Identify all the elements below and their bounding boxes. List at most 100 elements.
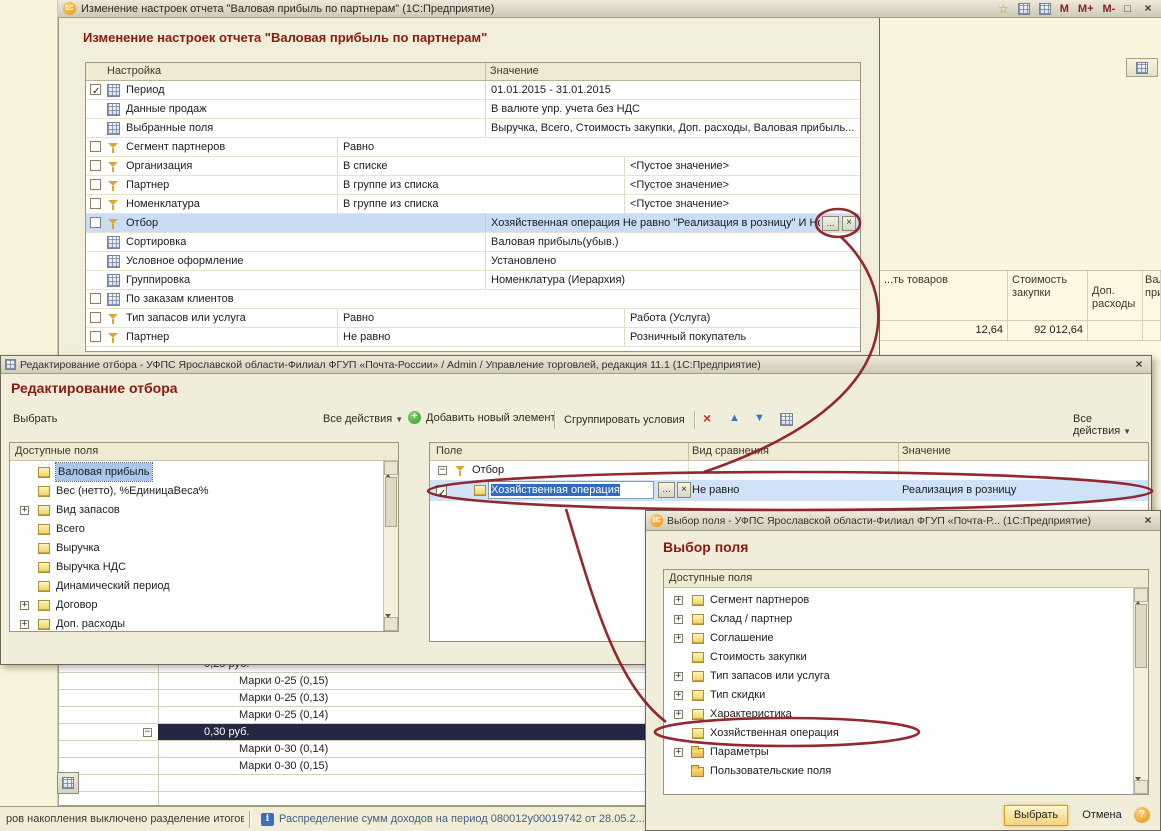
marks-row[interactable]: − 0,30 руб. (59, 724, 645, 741)
expand-icon[interactable]: + (20, 506, 29, 515)
settings-row[interactable]: Партнер В группе из списка <Пустое значени… (86, 176, 860, 195)
select-field-button[interactable]: Выбрать (1004, 805, 1068, 826)
tree-item[interactable]: + Доп. расходы (10, 615, 383, 631)
clear-button[interactable]: × (677, 482, 691, 498)
field-item[interactable]: + Параметры (664, 743, 1133, 762)
row-checkbox[interactable] (90, 217, 101, 228)
condition-checkbox[interactable] (436, 484, 447, 504)
service-panel-button[interactable] (1126, 58, 1158, 77)
expand-icon[interactable]: + (674, 634, 683, 643)
memory-minus-button[interactable]: М- (1103, 3, 1116, 15)
scroll-thumb[interactable] (385, 477, 397, 527)
tree-item[interactable]: Валовая прибыль (10, 462, 383, 482)
scroll-thumb[interactable] (1135, 604, 1147, 668)
field-item[interactable]: Пользовательские поля (664, 762, 1133, 781)
tree-item[interactable]: Выручка НДС (10, 558, 383, 577)
marks-row[interactable] (59, 775, 645, 792)
group-conditions-button[interactable]: Сгруппировать условия (564, 414, 685, 426)
settings-row[interactable]: Выбранные поля Выручка, Всего, Стоимость … (86, 119, 860, 138)
row-checkbox[interactable] (90, 331, 101, 342)
expand-icon[interactable]: + (674, 748, 683, 757)
scroll-up-icon[interactable] (384, 461, 398, 478)
expand-icon[interactable]: + (20, 601, 29, 610)
collapse-icon[interactable]: − (143, 728, 152, 737)
move-up-icon[interactable]: ▲ (729, 412, 740, 424)
row-checkbox[interactable] (90, 83, 101, 101)
star-icon[interactable]: ☆ (998, 2, 1009, 16)
memory-plus-button[interactable]: М+ (1078, 3, 1094, 15)
settings-row[interactable]: Организация В списке <Пустое значение> (86, 157, 860, 176)
settings-row[interactable]: По заказам клиентов (86, 290, 860, 309)
settings-row[interactable]: Сортировка Валовая прибыль(убыв.) (86, 233, 860, 252)
status-message-right[interactable]: Распределение сумм доходов на период 080… (279, 813, 645, 825)
row-checkbox[interactable] (90, 141, 101, 152)
expand-icon[interactable]: + (674, 672, 683, 681)
settings-row[interactable]: Тип запасов или услуга Равно Работа (Услуг… (86, 309, 860, 328)
all-actions-left-button[interactable]: Все действия ▼ (323, 413, 403, 425)
scrollbar[interactable] (383, 461, 398, 631)
settings-row[interactable]: Период 01.01.2015 - 31.01.2015 (86, 81, 860, 101)
ellipsis-button[interactable]: ... (822, 216, 839, 231)
row-checkbox[interactable] (90, 198, 101, 209)
expand-icon[interactable]: + (674, 596, 683, 605)
clear-button[interactable]: × (842, 216, 856, 231)
expand-icon[interactable]: + (20, 620, 29, 629)
tree-item[interactable]: + Договор (10, 596, 383, 615)
expand-icon[interactable]: + (674, 691, 683, 700)
tree-item[interactable]: Выручка (10, 539, 383, 558)
filter-condition-row[interactable]: Хозяйственная операция ... × Не равно Ре… (430, 480, 1148, 504)
move-level-icon[interactable] (780, 413, 793, 426)
help-icon[interactable]: ? (1134, 807, 1150, 823)
all-actions-right-button[interactable]: Все действия ▼ (1073, 413, 1151, 437)
settings-row[interactable]: Номенклатура В группе из списка <Пустое зн… (86, 195, 860, 214)
marks-row[interactable]: Марки 0-25 (0,15) (59, 673, 645, 690)
scroll-up-icon[interactable] (1134, 588, 1148, 605)
expand-icon[interactable]: + (674, 710, 683, 719)
marks-row[interactable]: Марки 0-30 (0,14) (59, 741, 645, 758)
marks-row[interactable]: Марки 0-25 (0,14) (59, 707, 645, 724)
settings-row[interactable]: Группировка Номенклатура (Иерархия) (86, 271, 860, 290)
tree-item[interactable]: Всего (10, 520, 383, 539)
field-item[interactable]: Стоимость закупки (664, 648, 1133, 667)
select-button[interactable]: Выбрать (13, 413, 57, 425)
field-item[interactable]: + Сегмент партнеров (664, 591, 1133, 610)
tree-item[interactable]: + Вид запасов (10, 501, 383, 520)
maximize-button[interactable]: □ (1124, 3, 1131, 15)
tree-item[interactable]: Динамический период (10, 577, 383, 596)
field-item[interactable]: + Склад / партнер (664, 610, 1133, 629)
calculator-icon[interactable] (1017, 2, 1030, 15)
scrollbar[interactable] (1133, 588, 1148, 794)
field-item[interactable]: + Тип скидки (664, 686, 1133, 705)
row-checkbox[interactable] (90, 293, 101, 304)
row-checkbox[interactable] (90, 312, 101, 323)
ellipsis-button[interactable]: ... (658, 482, 675, 498)
expand-icon[interactable]: + (674, 615, 683, 624)
filter-group-row[interactable]: − Отбор (430, 461, 1148, 480)
calendar-icon[interactable] (1038, 2, 1051, 15)
settings-row[interactable]: Условное оформление Установлено (86, 252, 860, 271)
close-button[interactable]: × (1140, 2, 1156, 16)
add-element-button[interactable]: + Добавить новый элемент (408, 411, 556, 424)
field-item[interactable]: + Тип запасов или услуга (664, 667, 1133, 686)
dock-panel-button[interactable] (57, 772, 79, 794)
delete-icon[interactable]: × (703, 410, 711, 426)
settings-row[interactable]: Партнер Не равно Розничный покупатель (86, 328, 860, 347)
scroll-down-icon[interactable] (384, 614, 398, 631)
settings-row[interactable]: Отбор Хозяйственная операция Не равно "Ре… (86, 214, 860, 233)
field-edit-input[interactable]: Хозяйственная операция (488, 481, 654, 499)
marks-row[interactable]: Марки 0-25 (0,13) (59, 690, 645, 707)
collapse-icon[interactable]: − (438, 466, 447, 475)
row-checkbox[interactable] (90, 179, 101, 190)
field-item[interactable]: + Соглашение (664, 629, 1133, 648)
marks-row[interactable]: Марки 0-30 (0,15) (59, 758, 645, 775)
scroll-down-icon[interactable] (1134, 777, 1148, 794)
close-button[interactable]: × (1140, 514, 1156, 528)
memory-button[interactable]: М (1060, 3, 1069, 15)
move-down-icon[interactable]: ▼ (754, 412, 765, 424)
field-item[interactable]: + Характеристика (664, 705, 1133, 724)
settings-row[interactable]: Сегмент партнеров Равно (86, 138, 860, 157)
cancel-button[interactable]: Отмена (1076, 805, 1128, 826)
tree-item[interactable]: Вес (нетто), %ЕдиницаВеса% (10, 482, 383, 501)
settings-row[interactable]: Данные продаж В валюте упр. учета без НДС (86, 100, 860, 119)
field-item[interactable]: Хозяйственная операция (664, 724, 1133, 743)
